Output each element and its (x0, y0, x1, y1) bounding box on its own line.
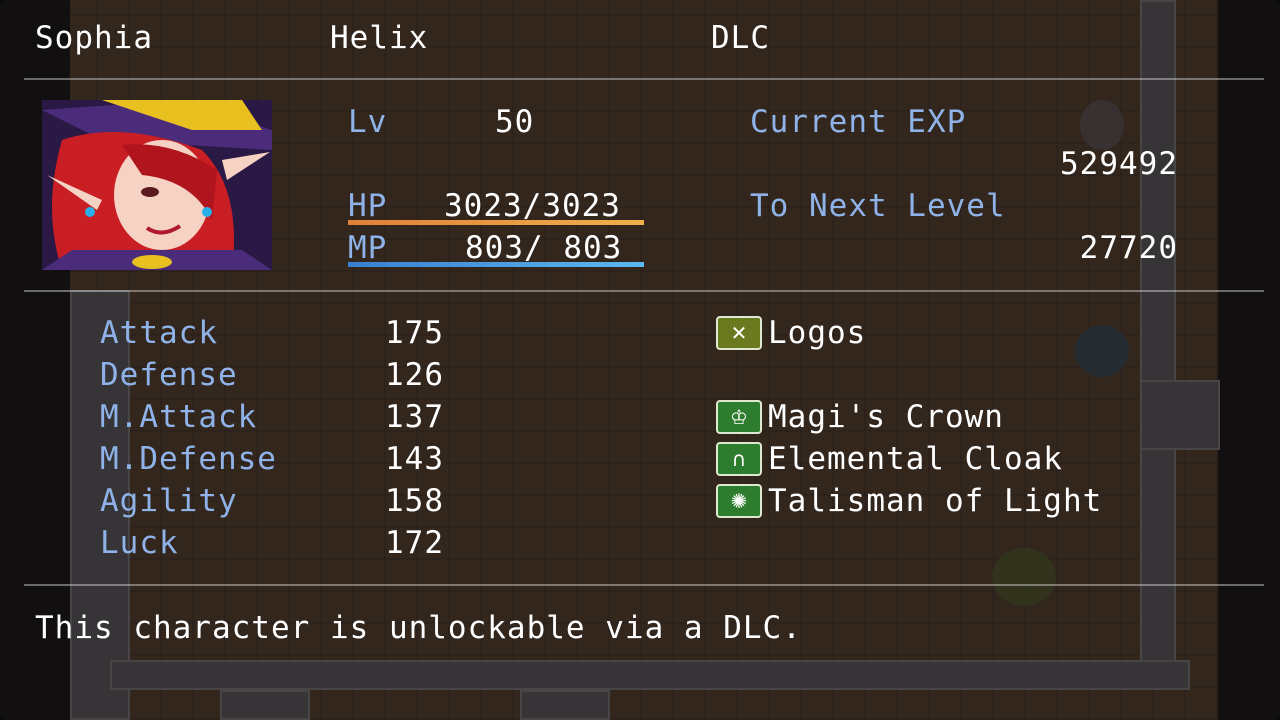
hp-gauge-fill (348, 220, 644, 225)
profile-text: This character is unlockable via a DLC. (35, 610, 802, 646)
mp-label: MP (348, 230, 388, 266)
next-level-value: 27720 (1079, 230, 1178, 266)
talisman-icon: ✺ (716, 484, 762, 518)
param-label-m-attack: M.Attack (100, 399, 258, 435)
param-value-m-attack: 137 (385, 399, 444, 435)
param-label-attack: Attack (100, 315, 218, 351)
param-value-m-defense: 143 (385, 441, 444, 477)
level-value: 50 (495, 104, 535, 140)
actor-name: Sophia (35, 20, 153, 56)
param-label-m-defense: M.Defense (100, 441, 277, 477)
next-level-label: To Next Level (750, 188, 1006, 224)
hp-value: 3023/3023 (444, 188, 621, 224)
status-window: Sophia Helix DLC Lv 50 HP 3023/3023 MP 8… (0, 0, 1280, 720)
param-value-agility: 158 (385, 483, 444, 519)
param-label-luck: Luck (100, 525, 179, 561)
divider (24, 78, 1264, 80)
param-value-attack: 175 (385, 315, 444, 351)
actor-portrait (42, 100, 272, 270)
mp-value: 803/ 803 (465, 230, 623, 266)
divider (24, 584, 1264, 586)
exp-value: 529492 (1060, 146, 1178, 182)
crossbow-icon: ✕ (716, 316, 762, 350)
level-label: Lv (348, 104, 388, 140)
param-label-agility: Agility (100, 483, 238, 519)
actor-class: Helix (330, 20, 429, 56)
equip-slot-weapon: Logos (768, 315, 867, 351)
equip-slot-body: Elemental Cloak (768, 441, 1063, 477)
hp-gauge (348, 220, 644, 225)
mp-gauge (348, 262, 644, 267)
param-label-defense: Defense (100, 357, 238, 393)
mp-gauge-fill (348, 262, 644, 267)
equip-slot-head: Magi's Crown (768, 399, 1004, 435)
cloak-icon: ∩ (716, 442, 762, 476)
crown-icon: ♔ (716, 400, 762, 434)
portrait-art (42, 100, 272, 270)
equip-slot-accessory: Talisman of Light (768, 483, 1103, 519)
hp-label: HP (348, 188, 388, 224)
param-value-luck: 172 (385, 525, 444, 561)
actor-nickname: DLC (711, 20, 770, 56)
exp-label: Current EXP (750, 104, 967, 140)
param-value-defense: 126 (385, 357, 444, 393)
divider (24, 290, 1264, 292)
